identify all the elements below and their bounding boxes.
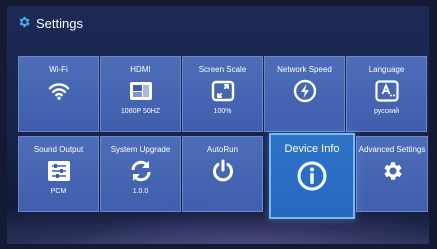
tile-value: русский	[373, 108, 400, 115]
tile-label: Language	[368, 65, 405, 74]
speed-icon	[293, 79, 317, 103]
tile-label: HDMI	[130, 65, 151, 74]
tile-device-info[interactable]: Device Info	[269, 133, 355, 219]
info-icon	[297, 161, 327, 191]
power-icon	[211, 159, 235, 183]
tile-language[interactable]: Language русский	[346, 56, 427, 132]
equalizer-icon	[47, 159, 71, 183]
tile-label: Advanced Settings	[358, 145, 426, 154]
gear-icon	[380, 159, 404, 183]
tile-label: Wi-Fi	[49, 65, 68, 74]
tile-label: Device Info	[284, 143, 340, 155]
scale-icon	[211, 79, 235, 103]
tile-label: AutoRun	[206, 145, 239, 154]
settings-grid: Wi-Fi HDMI 1080P 50HZ Screen Scale 100% …	[18, 56, 428, 219]
tile-wifi[interactable]: Wi-Fi	[18, 56, 99, 132]
page-title: Settings	[36, 15, 83, 31]
wifi-icon	[48, 79, 70, 103]
tile-label: System Upgrade	[110, 145, 171, 154]
settings-screen: Settings Wi-Fi HDMI 1080P 50HZ Screen Sc…	[7, 6, 429, 244]
header: Settings	[17, 12, 83, 34]
tile-label: Network Speed	[277, 65, 332, 74]
tile-system-upgrade[interactable]: System Upgrade 1.0.0	[100, 136, 181, 212]
language-icon	[374, 79, 399, 103]
tile-value: 100%	[213, 108, 232, 115]
tile-value: 1.0.0	[132, 188, 149, 195]
tile-hdmi[interactable]: HDMI 1080P 50HZ	[100, 56, 181, 132]
refresh-icon	[129, 159, 153, 183]
display-icon	[129, 79, 153, 103]
tile-sound-output[interactable]: Sound Output PCM	[18, 136, 99, 212]
tile-label: Screen Scale	[198, 65, 247, 74]
tile-network-speed[interactable]: Network Speed	[264, 56, 345, 132]
tile-autorun[interactable]: AutoRun	[182, 136, 263, 212]
gear-icon	[17, 15, 31, 32]
tile-advanced-settings[interactable]: Advanced Settings	[356, 136, 428, 212]
tile-screen-scale[interactable]: Screen Scale 100%	[182, 56, 263, 132]
tile-label: Sound Output	[33, 145, 84, 154]
tile-value: PCM	[50, 188, 67, 195]
tile-value: 1080P 50HZ	[120, 108, 161, 115]
